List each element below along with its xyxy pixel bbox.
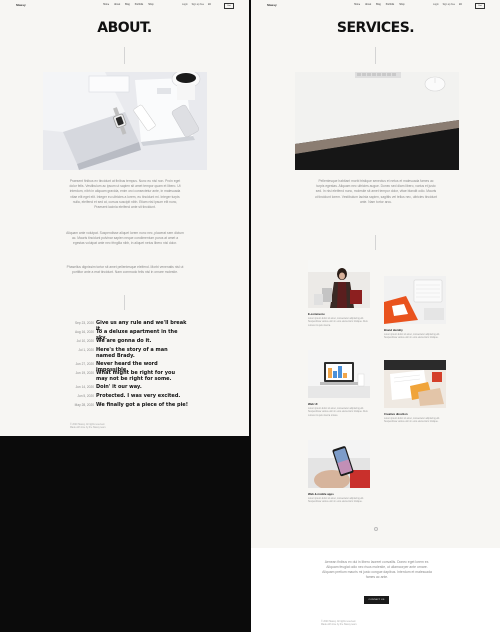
service-description: Lorem ipsum dolor sit amet, consectetur … [308,408,368,417]
divider [375,235,376,250]
hero-image-desk [43,72,207,170]
service-image-creative [384,360,446,408]
timeline-text: Here's the story of a man named Brady. [96,347,168,359]
page-title: ABOUT. [97,20,152,36]
contact-section: Aenean finibus ex dui in libero laoreet … [251,548,500,632]
main-menu: Home About Blog Portfolio Shop [103,4,154,6]
menu-item-about[interactable]: About [365,4,371,6]
service-description: Lorem ipsum dolor sit amet, consectetur … [308,498,364,504]
language-link[interactable]: EN [208,4,211,6]
service-description: Lorem ipsum dolor sit amet, consectetur … [308,318,368,327]
menu-item-shop[interactable]: Shop [399,4,404,6]
menu-item-home[interactable]: Home [354,4,360,6]
menu-item-home[interactable]: Home [103,4,109,6]
service-image-ecommerce [308,260,370,308]
menu-item-about[interactable]: About [114,4,120,6]
hero-image-keyboard [295,72,459,170]
timeline-text: We are gonna do it. [96,338,152,344]
menu-item-blog[interactable]: Blog [125,4,130,6]
login-link[interactable]: Login [182,4,188,6]
service-image-mobile [308,440,370,488]
main-menu: Home About Blog Portfolio Shop [354,4,405,6]
service-description: Lorem ipsum dolor sit amet, consectetur … [384,418,440,424]
about-paragraph-3: Phasellus dignissim tortor sit amet pell… [66,265,184,275]
service-title[interactable]: E-commerce [308,312,325,316]
logo[interactable]: Stassy [16,3,26,7]
service-title[interactable]: Web UI [308,402,317,406]
top-nav: Stassy Home About Blog Portfolio Shop Lo… [251,3,500,11]
services-page: Stassy Home About Blog Portfolio Shop Lo… [251,0,500,632]
timeline-date: Jul 1, 2020 [78,348,94,352]
timeline-text: What might be right for you may not be r… [96,370,176,382]
about-page: Stassy Home About Blog Portfolio Shop Lo… [0,0,249,436]
about-paragraph-2: Aliquam ante volutpat. Suspendisse aliqu… [66,231,184,246]
timeline-date: Jun 5, 2020 [77,394,94,398]
account-menu: Login Sign up free EN [182,4,211,6]
footer-text: © 2020 Stassy. All rights reserved. Made… [321,621,357,628]
timeline-date: May 28, 2020 [74,403,94,407]
account-menu: Login Sign up free EN [433,4,462,6]
service-title[interactable]: Creative direction [384,412,408,416]
service-image-brand [384,276,446,324]
service-image-web-ui [308,350,370,398]
menu-item-portfolio[interactable]: Portfolio [386,4,394,6]
timeline-date: Jul 10, 2020 [76,339,94,343]
timeline-date: Sep 23, 2020 [75,321,94,325]
login-link[interactable]: Login [433,4,439,6]
logo[interactable]: Stassy [267,3,277,7]
page-title: SERVICES. [336,20,415,36]
cart-button[interactable]: Cart [475,3,485,9]
language-link[interactable]: EN [459,4,462,6]
timeline-text: Doin' it our way. [96,384,142,390]
menu-item-blog[interactable]: Blog [376,4,381,6]
menu-item-portfolio[interactable]: Portfolio [135,4,143,6]
divider [124,295,125,310]
service-title[interactable]: Brand identity [384,328,403,332]
signup-link[interactable]: Sign up free [192,4,204,6]
timeline-date: Aug 16, 2020 [75,330,94,334]
contact-button[interactable]: CONTACT US [364,596,389,604]
top-nav: Stassy Home About Blog Portfolio Shop Lo… [0,3,249,11]
footer-credit: Made with love by the Stassy team. [70,427,107,430]
services-intro: Pellentesque habitant morbi tristique se… [314,179,438,204]
timeline-date: Jun 14, 2020 [75,385,94,389]
timeline-text: Protected. I was very excited. [96,393,181,399]
menu-item-shop[interactable]: Shop [148,4,153,6]
footer-credit: Made with love by the Stassy team. [321,624,358,627]
signup-link[interactable]: Sign up free [443,4,455,6]
scroll-dot-icon [374,527,378,531]
contact-text: Aenean finibus ex dui in libero laoreet … [322,560,432,579]
service-description: Lorem ipsum dolor sit amet, consectetur … [384,334,440,340]
cart-button[interactable]: Cart [224,3,234,9]
divider [124,47,125,64]
service-title[interactable]: Web & mobile apps [308,492,334,496]
footer-text: © 2020 Stassy. All rights reserved. Made… [70,424,106,431]
about-paragraph-1: Praesent finibus ex tincidunt at finibus… [69,179,181,210]
timeline-date: Jun 19, 2020 [75,371,94,375]
divider [375,47,376,64]
timeline-text: We finally got a piece of the pie! [96,402,188,408]
timeline-date: Jun 27, 2020 [75,362,94,366]
